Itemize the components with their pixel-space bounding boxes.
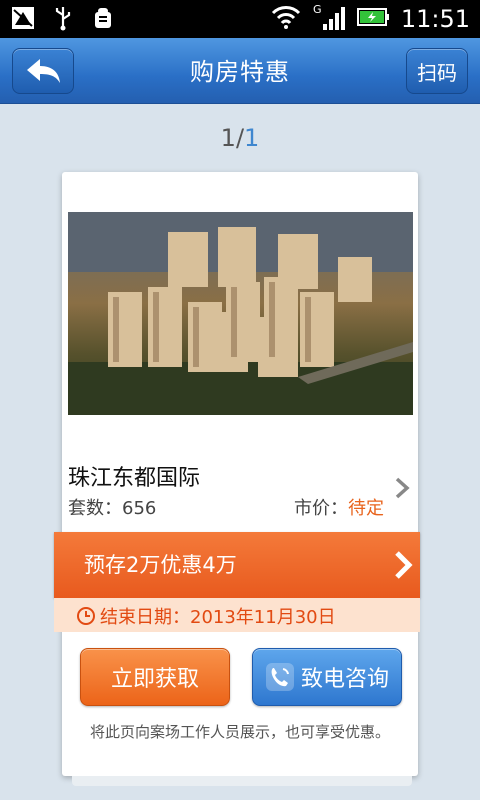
unit-count: 套数：656	[68, 498, 157, 519]
page-current: 1	[220, 124, 236, 152]
call-button[interactable]: 致电咨询	[252, 648, 402, 706]
price-label: 市价：	[294, 498, 348, 519]
price-value: 待定	[348, 498, 384, 519]
call-label: 致电咨询	[300, 667, 389, 692]
chevron-right-icon	[395, 551, 413, 579]
battery-charging-icon	[356, 7, 391, 31]
card-bottom-edge	[72, 776, 412, 786]
market-price: 市价：待定	[294, 494, 384, 520]
svg-text:G: G	[313, 3, 322, 16]
end-date-text: 结束日期：2013年11月30日	[100, 607, 336, 628]
chevron-right-icon	[395, 477, 410, 499]
app-icon	[10, 5, 36, 31]
wifi-icon	[271, 4, 301, 34]
property-name: 珠江东都国际	[68, 466, 201, 491]
end-date-bar: 结束日期：2013年11月30日	[54, 598, 420, 632]
clock-icon	[77, 607, 95, 625]
page-indicator: 1/1	[0, 124, 480, 152]
android-debug-icon	[90, 5, 116, 31]
phone-icon	[265, 663, 294, 691]
signal-icon: G	[311, 2, 347, 36]
page-separator: /	[235, 124, 245, 152]
instruction-note: 将此页向案场工作人员展示，也可享受优惠。	[89, 723, 390, 741]
get-offer-label: 立即获取	[110, 667, 199, 692]
page-total: 1	[244, 124, 260, 152]
promo-banner[interactable]: 预存2万优惠4万	[54, 532, 420, 598]
scan-button[interactable]: 扫码	[406, 48, 468, 94]
get-offer-button[interactable]: 立即获取	[80, 648, 230, 706]
promo-text: 预存2万优惠4万	[84, 553, 237, 577]
clock: 11:51	[400, 5, 470, 33]
property-photo	[68, 212, 413, 415]
status-bar: G 11:51	[0, 0, 480, 38]
usb-icon	[50, 5, 76, 31]
title-bar: 购房特惠 扫码	[0, 38, 480, 104]
